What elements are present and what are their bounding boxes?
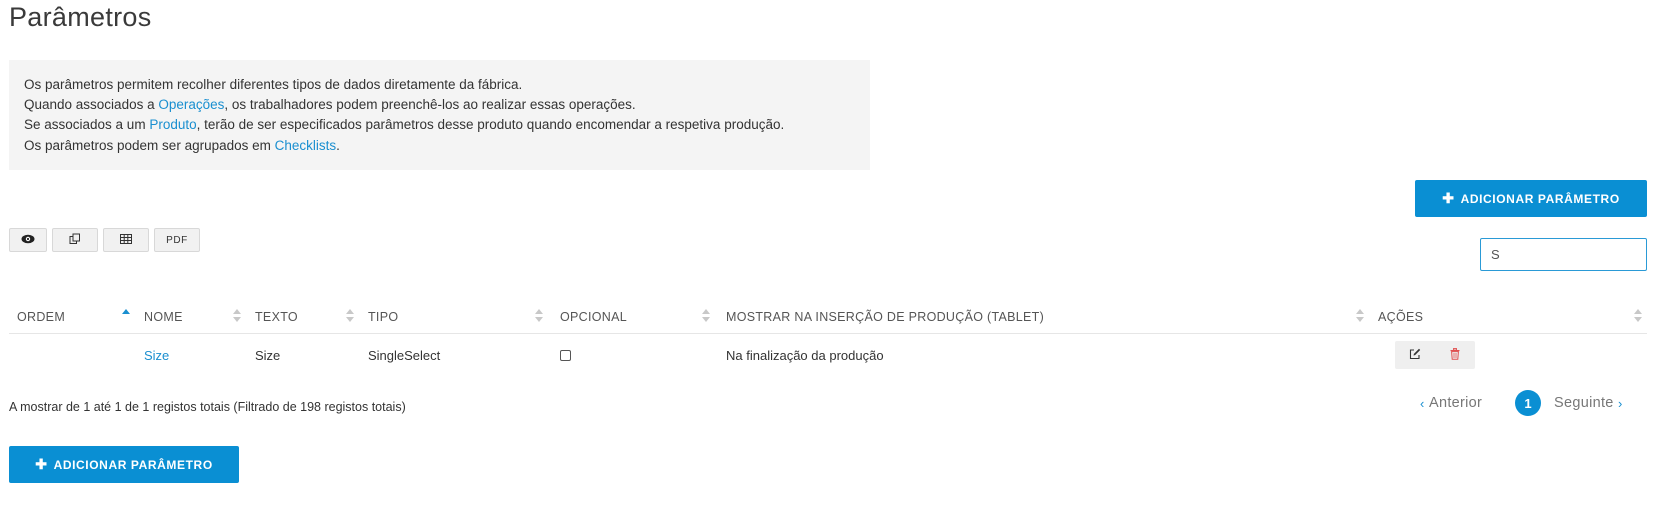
checklists-link[interactable]: Checklists bbox=[275, 138, 337, 153]
col-tipo[interactable]: TIPO bbox=[368, 300, 398, 334]
add-parameter-button-bottom[interactable]: ✚ ADICIONAR PARÂMETRO bbox=[9, 446, 239, 483]
page-title: Parâmetros bbox=[9, 2, 152, 32]
table-icon bbox=[120, 233, 132, 247]
pagination-page-1[interactable]: 1 bbox=[1515, 390, 1541, 416]
excel-button[interactable] bbox=[103, 228, 149, 252]
info-line-4: Os parâmetros podem ser agrupados em Che… bbox=[24, 137, 340, 153]
table-row: Size Size SingleSelect Na finalização da… bbox=[9, 334, 1647, 376]
eye-icon bbox=[21, 234, 35, 247]
chevron-left-icon: ‹ bbox=[1420, 395, 1425, 411]
delete-button[interactable] bbox=[1435, 341, 1475, 369]
edit-button[interactable] bbox=[1395, 341, 1435, 369]
search-input[interactable] bbox=[1480, 238, 1647, 271]
pagination-next[interactable]: Seguinte › bbox=[1554, 390, 1623, 416]
sort-asc-icon bbox=[122, 309, 130, 325]
sort-icon bbox=[233, 309, 241, 325]
table-info: A mostrar de 1 até 1 de 1 registos totai… bbox=[9, 400, 406, 414]
copy-button[interactable] bbox=[52, 228, 98, 252]
col-texto[interactable]: TEXTO bbox=[255, 300, 298, 334]
sort-icon bbox=[346, 309, 354, 325]
pagination-previous[interactable]: ‹ Anterior bbox=[1420, 390, 1482, 416]
operations-link[interactable]: Operações bbox=[158, 97, 224, 112]
pdf-button[interactable]: PDF bbox=[154, 228, 200, 252]
plus-icon: ✚ bbox=[1442, 190, 1455, 206]
add-parameter-button-top[interactable]: ✚ ADICIONAR PARÂMETRO bbox=[1415, 180, 1647, 217]
info-box: Os parâmetros permitem recolher diferent… bbox=[9, 60, 870, 170]
table-header: ORDEM NOME TEXTO TIPO OPCIONAL MOSTRAR N… bbox=[9, 300, 1647, 334]
cell-mostrar: Na finalização da produção bbox=[726, 347, 884, 363]
opcional-checkbox bbox=[560, 349, 571, 361]
product-link[interactable]: Produto bbox=[149, 117, 196, 132]
column-visibility-button[interactable] bbox=[9, 228, 47, 252]
cell-tipo: SingleSelect bbox=[368, 347, 441, 363]
sort-icon bbox=[1356, 309, 1364, 325]
info-line-3: Se associados a um Produto, terão de ser… bbox=[24, 117, 785, 133]
sort-icon bbox=[535, 309, 543, 325]
info-line-2: Quando associados a Operações, os trabal… bbox=[24, 97, 636, 113]
parameters-table: ORDEM NOME TEXTO TIPO OPCIONAL MOSTRAR N… bbox=[9, 300, 1647, 376]
chevron-right-icon: › bbox=[1618, 395, 1623, 411]
col-nome[interactable]: NOME bbox=[144, 300, 183, 334]
col-acoes[interactable]: AÇÕES bbox=[1378, 300, 1423, 334]
info-line-1: Os parâmetros permitem recolher diferent… bbox=[24, 77, 523, 92]
sort-icon bbox=[1634, 309, 1642, 325]
col-mostrar[interactable]: MOSTRAR NA INSERÇÃO DE PRODUÇÃO (TABLET) bbox=[726, 300, 1044, 334]
edit-icon bbox=[1409, 348, 1421, 363]
col-ordem[interactable]: ORDEM bbox=[17, 300, 65, 334]
col-opcional[interactable]: OPCIONAL bbox=[560, 300, 627, 334]
copy-icon bbox=[69, 233, 81, 248]
plus-icon: ✚ bbox=[35, 456, 48, 472]
cell-texto: Size bbox=[255, 347, 281, 363]
sort-icon bbox=[702, 309, 710, 325]
row-actions bbox=[1395, 341, 1475, 369]
cell-nome-link[interactable]: Size bbox=[144, 334, 169, 376]
cell-opcional bbox=[560, 334, 571, 376]
trash-icon bbox=[1450, 347, 1460, 363]
